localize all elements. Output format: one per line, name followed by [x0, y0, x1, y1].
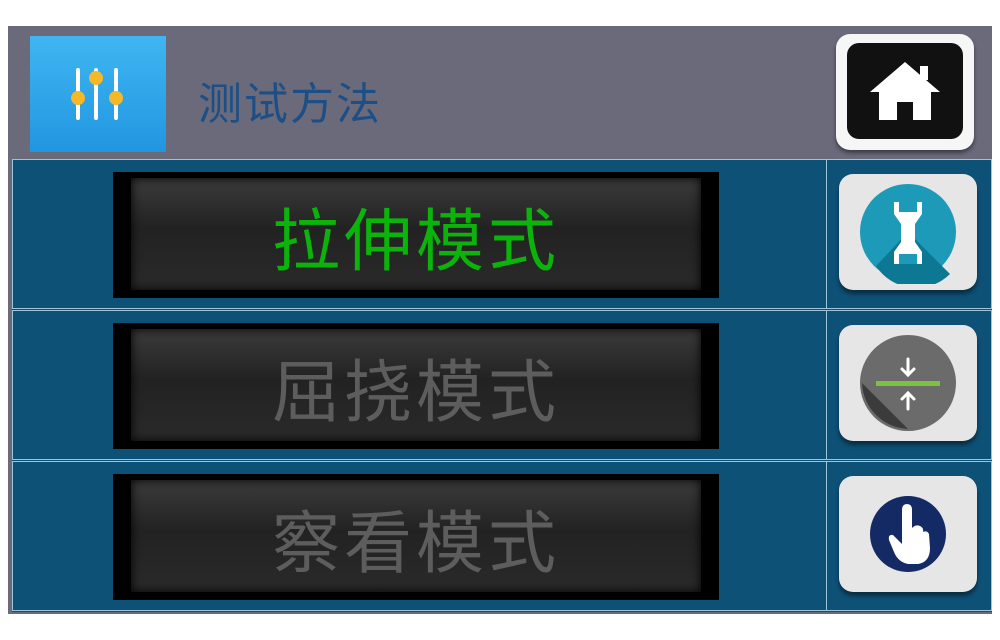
- tensile-mode-button[interactable]: 拉伸模式: [113, 172, 719, 298]
- view-mode-button[interactable]: 察看模式: [113, 474, 719, 600]
- main-panel: 测试方法 拉伸模式 屈挠模式 察看模式: [8, 26, 992, 614]
- home-button[interactable]: [836, 34, 974, 150]
- mode-row-view: 察看模式: [12, 461, 992, 611]
- flex-mode-label: 屈挠模式: [271, 353, 560, 433]
- tensile-icon-button[interactable]: [839, 174, 977, 290]
- view-mode-label: 察看模式: [271, 504, 560, 584]
- mode-row-tensile: 拉伸模式: [12, 159, 992, 309]
- tensile-mode-label: 拉伸模式: [271, 202, 560, 282]
- flex-icon-button[interactable]: [839, 325, 977, 441]
- sliders-icon: [30, 36, 166, 152]
- view-icon-button[interactable]: [839, 476, 977, 592]
- mode-row-flex: 屈挠模式: [12, 310, 992, 460]
- flex-mode-button[interactable]: 屈挠模式: [113, 323, 719, 449]
- touch-hand-icon: [870, 496, 946, 572]
- mode-grid: 拉伸模式 屈挠模式 察看模式: [12, 159, 992, 612]
- home-icon: [870, 62, 940, 120]
- flex-compress-icon: [860, 335, 956, 431]
- page-title: 测试方法: [198, 79, 382, 130]
- tensile-specimen-icon: [860, 184, 956, 284]
